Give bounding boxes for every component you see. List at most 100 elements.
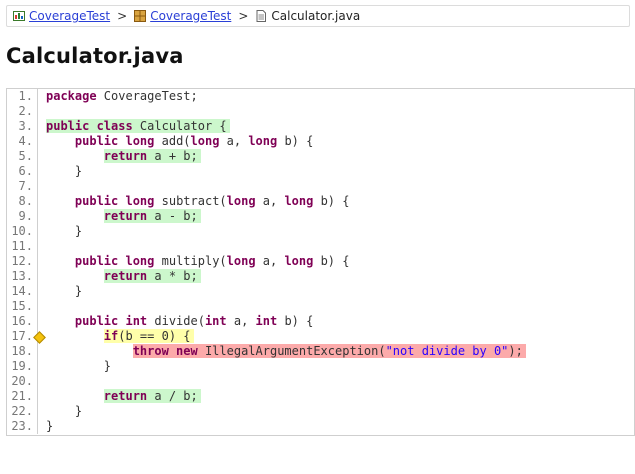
line-number: 22. <box>11 404 33 418</box>
code-line: 14. } <box>7 284 634 299</box>
keyword-token: long <box>284 254 314 268</box>
coverage-gutter <box>37 344 46 359</box>
keyword-token: int <box>255 314 278 328</box>
code-token: a, <box>255 194 285 208</box>
code-line: 20. <box>7 374 634 389</box>
code-token: ); <box>508 344 523 358</box>
code-token: } <box>46 419 54 433</box>
source-text: public int divide(int a, int b) { <box>46 314 316 329</box>
package-icon <box>134 10 147 22</box>
coverage-gutter <box>37 164 46 179</box>
code-line: 6. } <box>7 164 634 179</box>
code-statement: public class Calculator { <box>46 119 230 133</box>
coverage-gutter <box>37 374 46 389</box>
code-line: 1. package CoverageTest; <box>7 89 634 104</box>
line-number: 10. <box>11 224 33 238</box>
keyword-token: long <box>248 134 278 148</box>
line-number: 13. <box>11 269 33 283</box>
code-token: a / b; <box>147 389 198 403</box>
breadcrumb-current: Calculator.java <box>271 9 361 23</box>
source-text: } <box>46 284 85 299</box>
code-statement: throw new IllegalArgumentException("not … <box>132 344 526 358</box>
line-number: 2. <box>18 104 33 118</box>
coverage-gutter <box>37 134 46 149</box>
coverage-gutter <box>37 119 46 134</box>
line-number: 7. <box>18 179 33 193</box>
keyword-token: public long <box>74 194 155 208</box>
code-token: } <box>103 359 112 373</box>
keyword-token: throw new <box>132 344 198 358</box>
coverage-gutter <box>37 254 46 269</box>
report-icon <box>13 10 25 22</box>
code-token: } <box>74 404 83 418</box>
code-statement: package CoverageTest; <box>46 89 201 103</box>
keyword-token: return <box>103 269 148 283</box>
source-code-view: 1. package CoverageTest; 2. 3. public class … <box>6 88 635 436</box>
source-text: } <box>46 419 56 434</box>
code-token: a * b; <box>147 269 198 283</box>
coverage-gutter <box>37 224 46 239</box>
code-token: a, <box>226 314 256 328</box>
line-number: 3. <box>18 119 33 133</box>
code-statement: } <box>104 359 114 373</box>
code-line: 22. } <box>7 404 634 419</box>
code-line: 19. } <box>7 359 634 374</box>
coverage-gutter <box>37 419 46 434</box>
code-line: 13. return a * b; <box>7 269 634 284</box>
code-line: 15. <box>7 299 634 314</box>
coverage-gutter <box>33 329 46 344</box>
coverage-gutter <box>37 389 46 404</box>
code-line: 12. public long multiply(long a, long b)… <box>7 254 634 269</box>
code-line: 4. public long add(long a, long b) { <box>7 134 634 149</box>
code-statement: return a - b; <box>103 209 201 223</box>
coverage-gutter <box>37 299 46 314</box>
code-line: 21. return a / b; <box>7 389 634 404</box>
code-token: } <box>74 164 83 178</box>
keyword-token: public class <box>46 119 133 133</box>
code-statement: public long multiply(long a, long b) { <box>75 254 353 268</box>
line-number: 4. <box>18 134 33 148</box>
code-token: a, <box>255 254 285 268</box>
code-statement: } <box>75 224 85 238</box>
code-token: } <box>74 284 83 298</box>
code-token: subtract( <box>154 194 227 208</box>
code-statement: public int divide(int a, int b) { <box>75 314 316 328</box>
code-token: b) { <box>277 314 314 328</box>
keyword-token: public long <box>74 134 155 148</box>
code-token: a + b; <box>147 149 198 163</box>
breadcrumb-report-link[interactable]: CoverageTest <box>29 9 110 23</box>
line-number: 1. <box>18 89 33 103</box>
keyword-token: long <box>284 194 314 208</box>
source-text: throw new IllegalArgumentException("not … <box>46 344 526 359</box>
source-text: } <box>46 359 114 374</box>
breadcrumb: CoverageTest > CoverageTest > Calculator… <box>6 5 630 27</box>
source-text: } <box>46 224 85 239</box>
keyword-token: package <box>46 89 97 103</box>
code-line: 17. if(b == 0) { <box>7 329 634 344</box>
source-text: } <box>46 404 85 419</box>
coverage-gutter <box>37 179 46 194</box>
code-token: a - b; <box>147 209 198 223</box>
code-line: 23.} <box>7 419 634 434</box>
code-line: 16. public int divide(int a, int b) { <box>7 314 634 329</box>
source-text: if(b == 0) { <box>46 329 194 344</box>
coverage-gutter <box>37 359 46 374</box>
coverage-gutter <box>37 269 46 284</box>
code-line: 11. <box>7 239 634 254</box>
coverage-gutter <box>37 89 46 104</box>
breadcrumb-separator: > <box>117 9 128 23</box>
code-token: IllegalArgumentException( <box>197 344 386 358</box>
source-text: return a - b; <box>46 209 201 224</box>
code-token: add( <box>154 134 191 148</box>
coverage-gutter <box>37 239 46 254</box>
breadcrumb-package-link[interactable]: CoverageTest <box>150 9 231 23</box>
keyword-token: long <box>226 254 256 268</box>
code-statement: public long subtract(long a, long b) { <box>75 194 353 208</box>
file-icon <box>255 10 267 22</box>
line-number: 23. <box>11 419 33 433</box>
source-text: public class Calculator { <box>46 119 230 134</box>
code-token: b) { <box>313 254 350 268</box>
code-line: 18. throw new IllegalArgumentException("… <box>7 344 634 359</box>
source-text: public long add(long a, long b) { <box>46 134 316 149</box>
code-statement: } <box>75 164 85 178</box>
